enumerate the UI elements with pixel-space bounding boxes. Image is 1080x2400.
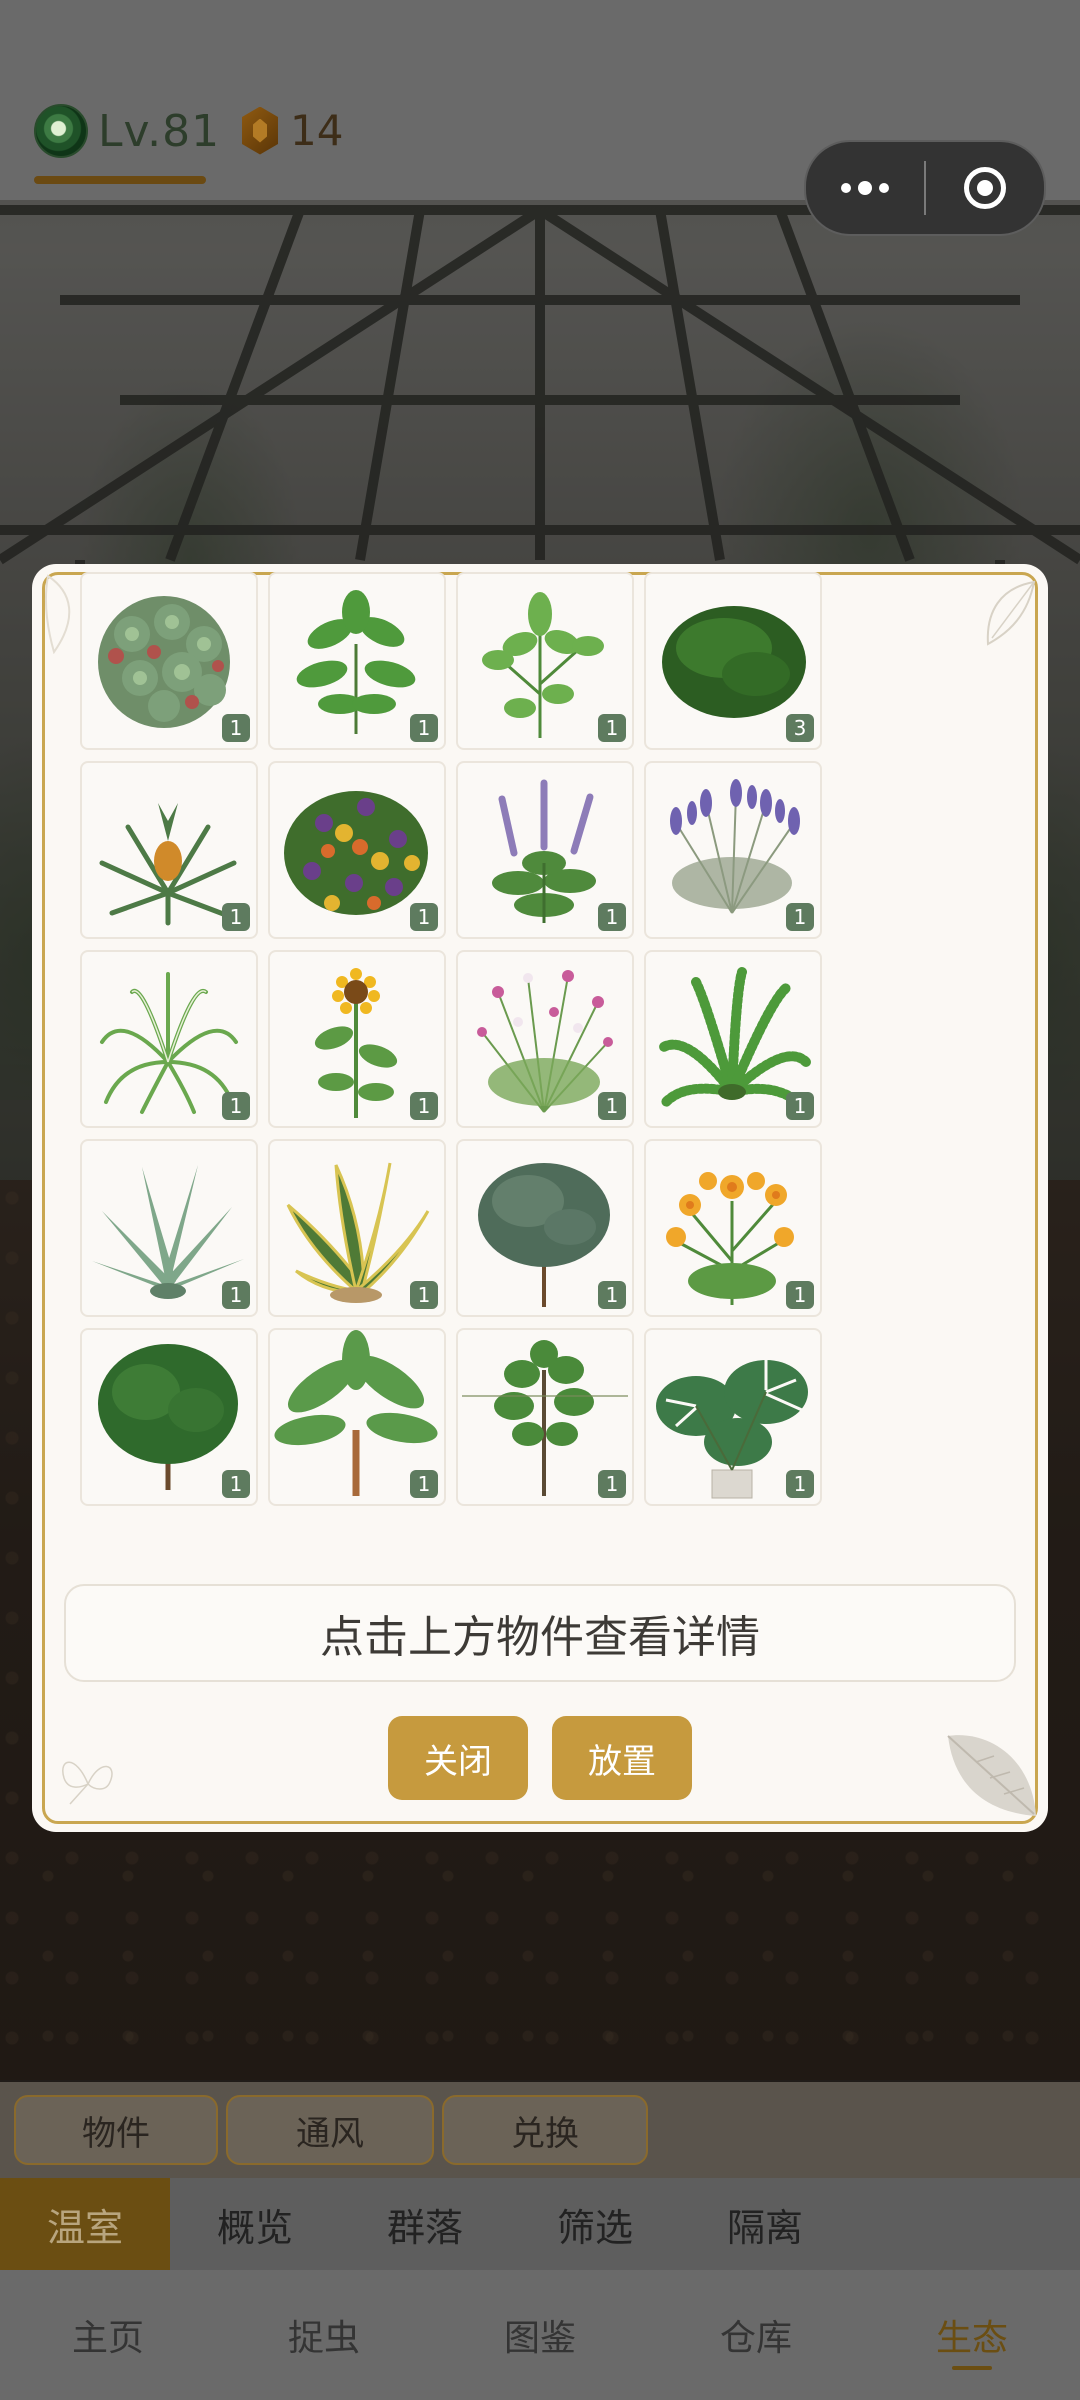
item-count-badge: 1	[598, 1092, 626, 1120]
item-grid: 1 1 1 3 1 1 1 1 1 1 1 1 1 1 1 1 1 1 1 1	[80, 572, 840, 1506]
grid-item-spider-plant[interactable]: 1	[80, 950, 258, 1128]
level-display[interactable]: Lv.81	[34, 104, 220, 158]
grid-item-fern[interactable]: 1	[644, 950, 822, 1128]
item-count-badge: 1	[786, 1092, 814, 1120]
target-icon[interactable]	[926, 142, 1044, 234]
nav-ecology[interactable]: 生态	[892, 2300, 1052, 2370]
grid-item-rosemary[interactable]: 1	[456, 1139, 634, 1317]
grid-item-aloe[interactable]: 1	[80, 1139, 258, 1317]
level-badge-icon	[34, 104, 88, 158]
grid-item-cosmos[interactable]: 1	[456, 950, 634, 1128]
grid-item-pansy[interactable]: 1	[268, 761, 446, 939]
exchange-button[interactable]: 兑换	[442, 2095, 648, 2165]
item-count-badge: 1	[222, 1470, 250, 1498]
item-count-badge: 1	[410, 1092, 438, 1120]
level-text: Lv.81	[98, 105, 221, 157]
grid-item-succulent[interactable]: 1	[80, 572, 258, 750]
grid-item-monstera[interactable]: 1	[644, 1328, 822, 1506]
miniprogram-capsule	[804, 140, 1046, 236]
grid-item-sunflower[interactable]: 1	[268, 950, 446, 1128]
coin-display[interactable]: 14	[242, 106, 343, 155]
more-dots-icon[interactable]	[806, 142, 924, 234]
item-count-badge: 1	[598, 1281, 626, 1309]
grid-item-marigold[interactable]: 1	[644, 1139, 822, 1317]
grid-item-salvia[interactable]: 1	[456, 761, 634, 939]
item-count-badge: 1	[786, 1281, 814, 1309]
item-count-badge: 1	[410, 1470, 438, 1498]
grid-item-mint[interactable]: 1	[456, 572, 634, 750]
item-count-badge: 1	[786, 903, 814, 931]
item-count-badge: 1	[222, 714, 250, 742]
item-count-badge: 1	[598, 1470, 626, 1498]
item-count-badge: 1	[786, 1470, 814, 1498]
item-count-badge: 1	[222, 903, 250, 931]
item-count-badge: 1	[410, 903, 438, 931]
tab-community[interactable]: 群落	[340, 2178, 510, 2270]
item-count-badge: 1	[410, 1281, 438, 1309]
detail-hint-box: 点击上方物件查看详情	[64, 1584, 1016, 1682]
coin-count: 14	[290, 106, 344, 155]
leaf-decoration-icon	[947, 1735, 1036, 1816]
nav-encyclopedia[interactable]: 图鉴	[460, 2300, 620, 2370]
grid-item-pineapple[interactable]: 1	[80, 761, 258, 939]
nav-catch-bugs[interactable]: 捉虫	[244, 2300, 404, 2370]
grid-item-lavender[interactable]: 1	[644, 761, 822, 939]
grid-item-ficus[interactable]: 1	[80, 1328, 258, 1506]
nav-active-indicator	[952, 2366, 992, 2370]
items-button[interactable]: 物件	[14, 2095, 218, 2165]
grid-item-basil[interactable]: 1	[268, 572, 446, 750]
coin-icon	[242, 106, 278, 155]
item-count-badge: 1	[598, 903, 626, 931]
ventilation-button[interactable]: 通风	[226, 2095, 434, 2165]
item-count-badge: 1	[598, 714, 626, 742]
item-count-badge: 1	[410, 714, 438, 742]
close-button[interactable]: 关闭	[388, 1716, 528, 1800]
grid-item-boxwood[interactable]: 3	[644, 572, 822, 750]
place-button[interactable]: 放置	[552, 1716, 692, 1800]
grid-item-banana-plant[interactable]: 1	[268, 1328, 446, 1506]
tab-greenhouse[interactable]: 温室	[0, 2178, 170, 2270]
item-count-badge: 1	[222, 1092, 250, 1120]
grid-item-snake-plant[interactable]: 1	[268, 1139, 446, 1317]
tab-filter[interactable]: 筛选	[510, 2178, 680, 2270]
leaf-outline-icon	[986, 580, 1036, 646]
tab-overview[interactable]: 概览	[170, 2178, 340, 2270]
nav-warehouse[interactable]: 仓库	[676, 2300, 836, 2370]
nav-home[interactable]: 主页	[28, 2300, 188, 2370]
tab-quarantine[interactable]: 隔离	[680, 2178, 850, 2270]
level-underline	[34, 176, 206, 184]
item-count-badge: 3	[786, 714, 814, 742]
grid-item-fiddle-leaf-fig[interactable]: 1	[456, 1328, 634, 1506]
feather-outline-icon	[45, 574, 71, 654]
butterfly-outline-icon	[62, 1761, 113, 1805]
item-count-badge: 1	[222, 1281, 250, 1309]
